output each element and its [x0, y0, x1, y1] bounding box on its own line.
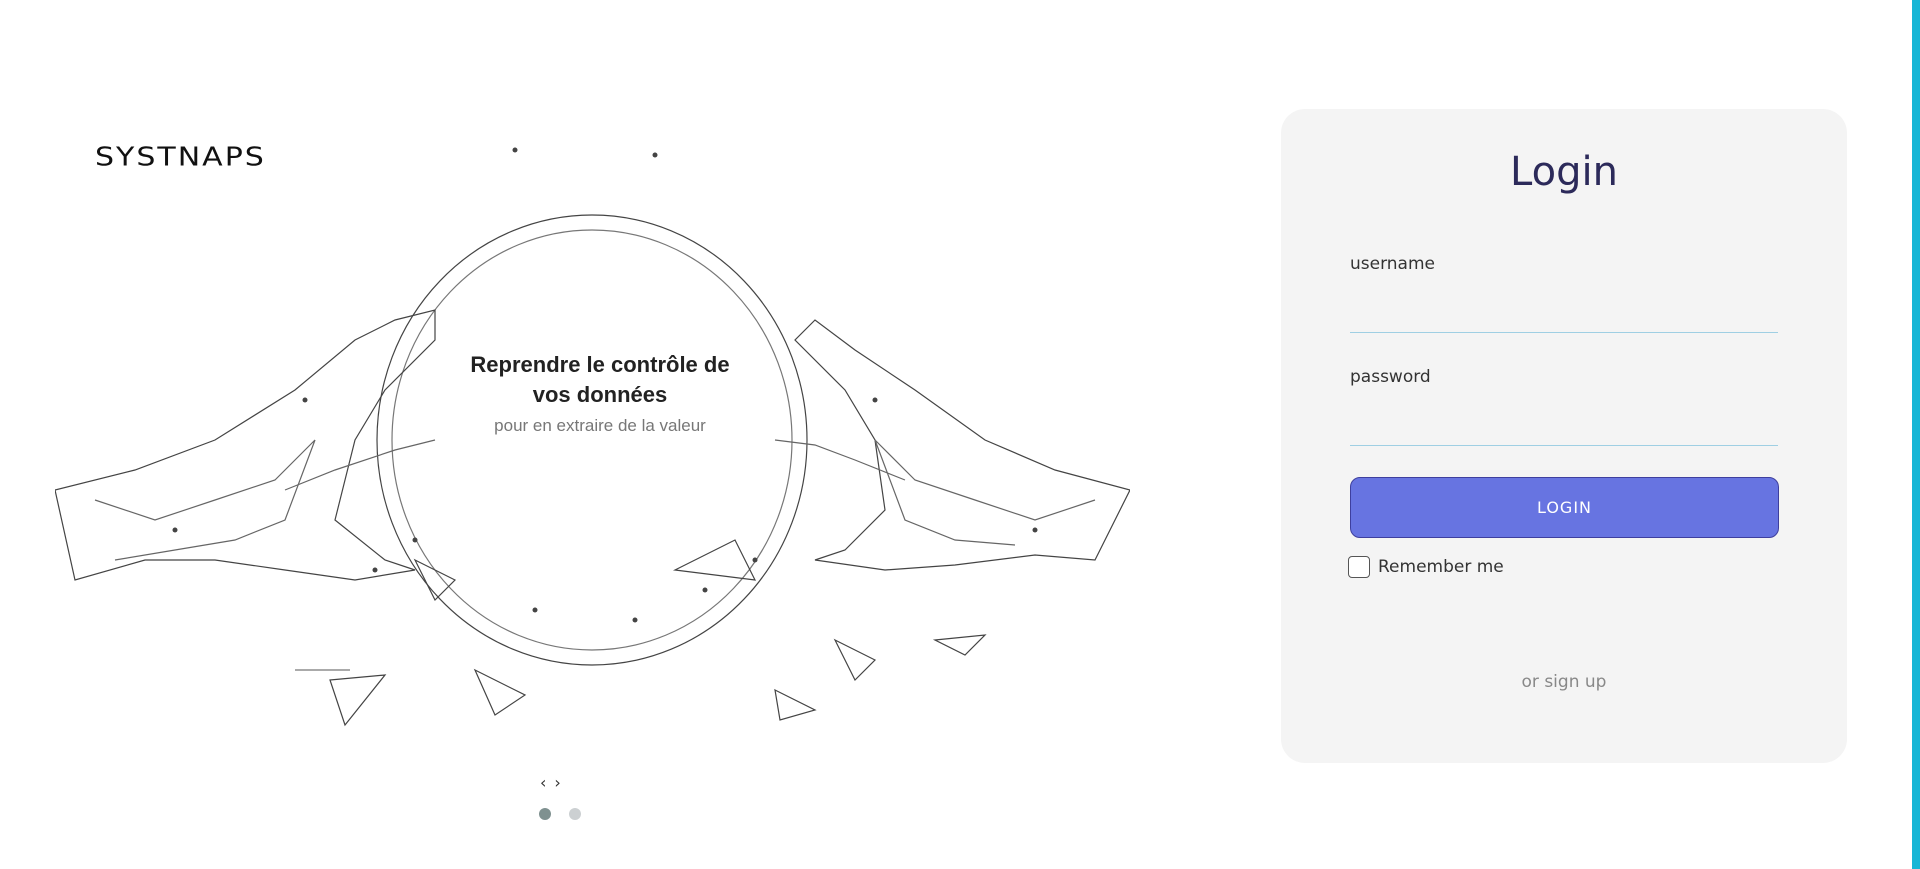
hands-globe-illustration — [54, 140, 1131, 750]
carousel-dots — [539, 808, 581, 820]
carousel-dot-2[interactable] — [569, 808, 581, 820]
password-input[interactable] — [1350, 409, 1778, 446]
chevron-right-icon[interactable]: › — [554, 773, 560, 792]
remember-me-checkbox[interactable] — [1348, 556, 1370, 578]
login-button[interactable]: LOGIN — [1350, 477, 1779, 538]
username-label: username — [1350, 254, 1435, 274]
chevron-left-icon[interactable]: ‹ — [540, 773, 546, 792]
scrollbar[interactable] — [1912, 0, 1920, 869]
hero-carousel: SYSTNAPS Reprendre le contrôle de vos do… — [0, 0, 1200, 869]
password-label: password — [1350, 367, 1431, 387]
login-title: Login — [1510, 149, 1618, 195]
remember-me-label: Remember me — [1378, 557, 1504, 577]
hero-title: Reprendre le contrôle de vos données — [470, 352, 730, 407]
hero-caption: Reprendre le contrôle de vos données pou… — [460, 350, 740, 436]
username-input[interactable] — [1350, 296, 1778, 333]
sign-up-link[interactable]: or sign up — [1281, 672, 1847, 692]
hero-subtitle: pour en extraire de la valeur — [494, 416, 706, 435]
carousel-dot-1[interactable] — [539, 808, 551, 820]
login-card: Login username password LOGIN Remember m… — [1281, 109, 1847, 763]
brand-logo: SYSTNAPS — [95, 142, 266, 173]
carousel-nav: ‹ › — [540, 773, 561, 792]
remember-me[interactable]: Remember me — [1348, 556, 1504, 578]
